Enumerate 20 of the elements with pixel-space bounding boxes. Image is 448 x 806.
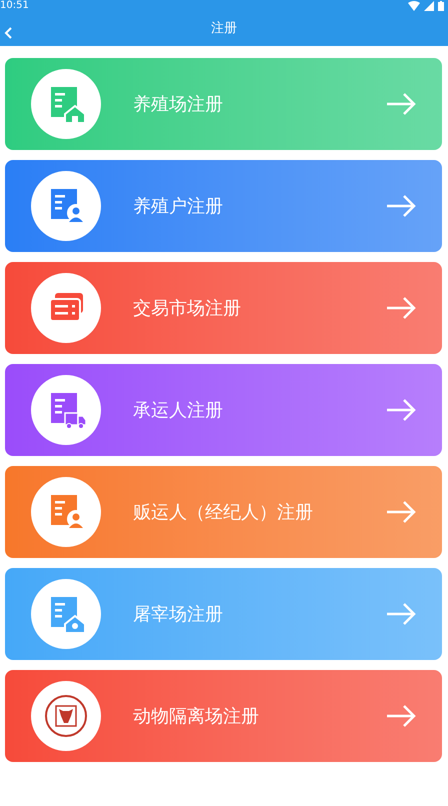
register-card[interactable]: 承运人注册 xyxy=(5,364,442,456)
arrow-right-icon xyxy=(386,398,416,422)
register-card[interactable]: 动物隔离场注册 xyxy=(5,670,442,762)
page-title: 注册 xyxy=(211,20,237,38)
battery-icon xyxy=(438,1,444,11)
arrow-right-icon xyxy=(386,92,416,116)
register-card[interactable]: 贩运人（经纪人）注册 xyxy=(5,466,442,558)
arrow-right-icon xyxy=(386,500,416,524)
register-card[interactable]: 养殖场注册 xyxy=(5,58,442,150)
register-card[interactable]: 屠宰场注册 xyxy=(5,568,442,660)
signal-icon xyxy=(424,1,434,11)
status-time: 10:51 xyxy=(0,0,29,12)
animal-badge-icon xyxy=(44,694,88,738)
register-card[interactable]: 交易市场注册 xyxy=(5,262,442,354)
register-card[interactable]: 养殖户注册 xyxy=(5,160,442,252)
arrow-right-icon xyxy=(386,296,416,320)
wifi-icon xyxy=(408,1,420,11)
arrow-right-icon xyxy=(386,194,416,218)
arrow-right-icon xyxy=(386,704,416,728)
arrow-right-icon xyxy=(386,602,416,626)
